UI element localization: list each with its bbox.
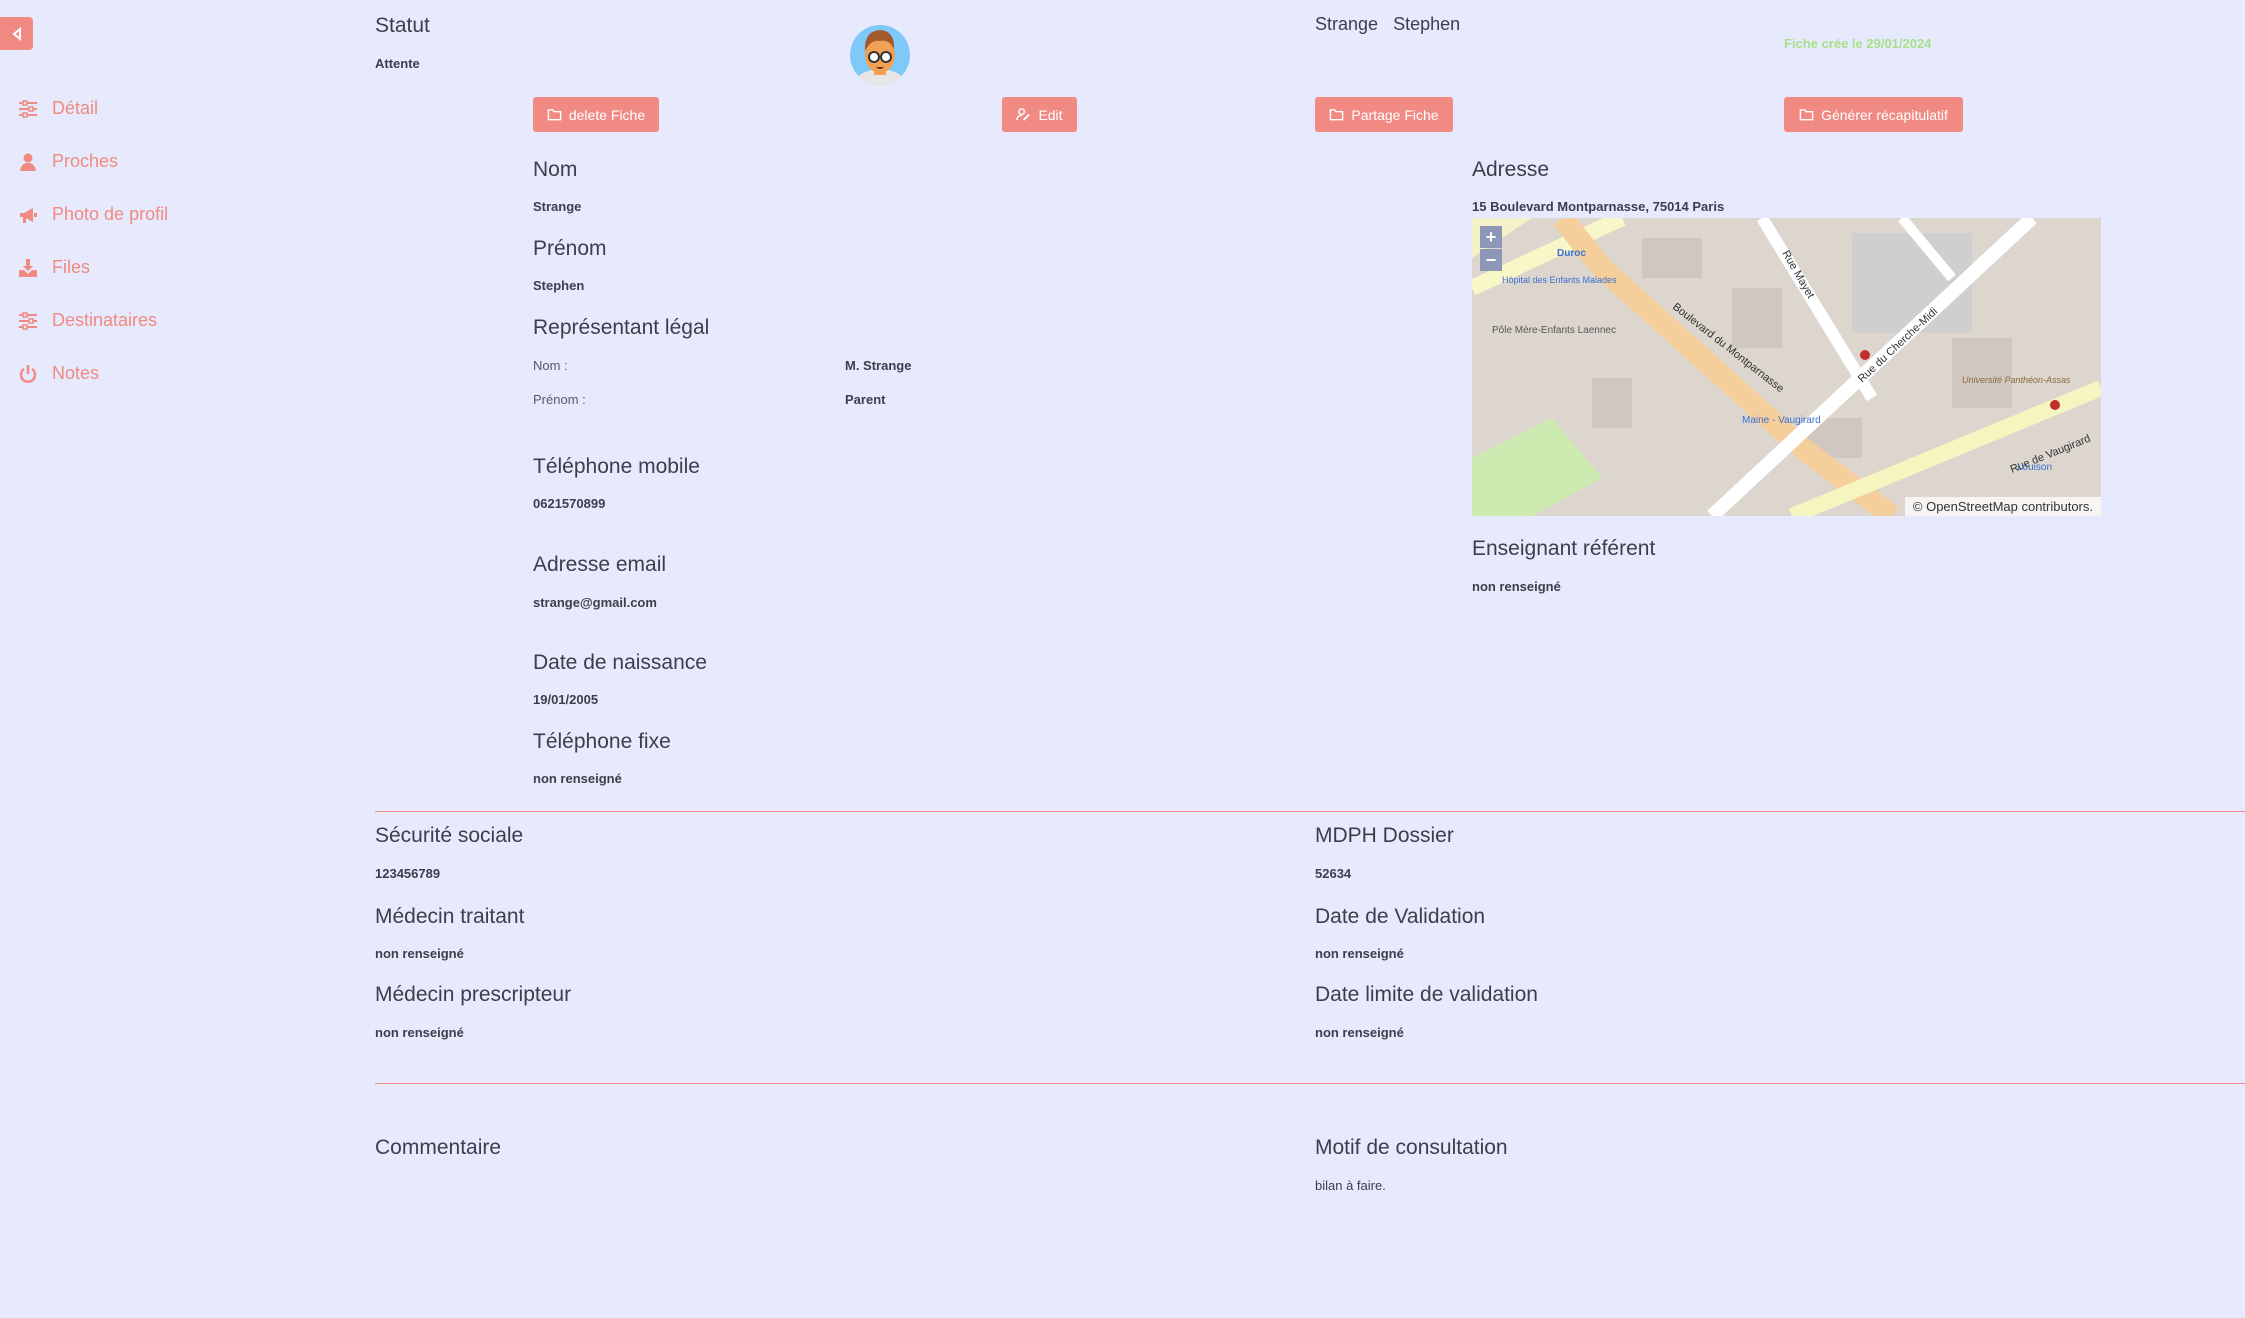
map-label: Duroc — [1557, 248, 1586, 259]
limite-value: non renseigné — [1315, 1025, 1404, 1040]
sidebar-item-files[interactable]: Files — [18, 257, 90, 278]
address-map[interactable]: Boulevard du Montparnasse Rue du Cherche… — [1472, 218, 2101, 516]
mdph-value: 52634 — [1315, 866, 1352, 881]
avatar — [849, 21, 911, 85]
caret-left-icon — [11, 26, 21, 41]
download-icon — [19, 258, 37, 277]
megaphone-icon — [20, 207, 37, 223]
button-label: delete Fiche — [568, 106, 646, 123]
validation-title: Date de Validation — [1315, 905, 1486, 928]
sliders-icon — [19, 99, 37, 118]
email-value: strange@gmail.com — [533, 595, 657, 610]
divider — [375, 811, 2245, 812]
address-title: Adresse — [1472, 158, 1550, 181]
user-icon — [20, 153, 36, 171]
secu-title: Sécurité sociale — [375, 824, 524, 847]
fixe-value: non renseigné — [533, 771, 622, 786]
prenom-value: Stephen — [533, 278, 585, 293]
sidebar-item-label: Destinataires — [52, 310, 158, 330]
map-tiles: Boulevard du Montparnasse Rue du Cherche… — [1472, 218, 2101, 516]
generate-summary-button[interactable]: Générer récapitulatif — [1784, 97, 1963, 132]
nom-value: Strange — [533, 199, 582, 214]
patient-last-name: Strange — [1315, 14, 1379, 34]
sliders-icon — [19, 311, 37, 330]
map-label: Maine - Vaugirard — [1742, 415, 1821, 426]
delete-fiche-button[interactable]: delete Fiche — [533, 97, 659, 132]
email-title: Adresse email — [533, 553, 667, 576]
created-date: Fiche crée le 29/01/2024 — [1784, 36, 1932, 51]
folder-icon — [1330, 109, 1344, 121]
limite-title: Date limite de validation — [1315, 983, 1538, 1006]
mdph-title: MDPH Dossier — [1315, 824, 1454, 847]
teacher-title: Enseignant référent — [1472, 537, 1656, 560]
statut-value: Attente — [375, 56, 420, 71]
sidebar-item-photo[interactable]: Photo de profil — [18, 204, 168, 225]
birth-title: Date de naissance — [533, 651, 707, 674]
sidebar-item-label: Détail — [52, 98, 99, 118]
motif-title: Motif de consultation — [1315, 1136, 1508, 1159]
map-attribution[interactable]: © OpenStreetMap contributors. — [1904, 497, 2101, 516]
folder-icon — [1799, 109, 1814, 121]
validation-value: non renseigné — [1315, 946, 1404, 961]
folder-icon — [547, 109, 562, 121]
secu-value: 123456789 — [375, 866, 441, 881]
representant-title: Représentant légal — [533, 316, 710, 339]
fixe-title: Téléphone fixe — [533, 730, 671, 753]
patient-first-name: Stephen — [1393, 14, 1461, 34]
map-label: Hôpital des Enfants Malades — [1502, 275, 1617, 285]
sidebar-item-proches[interactable]: Proches — [18, 151, 118, 172]
sidebar-item-label: Notes — [52, 363, 100, 383]
sidebar-item-destinataires[interactable]: Destinataires — [18, 310, 157, 331]
rep-nom-value: M. Strange — [845, 358, 912, 373]
map-label: Pôle Mère-Enfants Laennec — [1492, 325, 1616, 336]
nom-title: Nom — [533, 158, 578, 181]
power-icon — [19, 364, 37, 383]
mobile-value: 0621570899 — [533, 496, 606, 511]
map-zoom-out-button[interactable]: − — [1480, 249, 1502, 271]
user-edit-icon — [1016, 108, 1031, 121]
prenom-title: Prénom — [533, 237, 607, 260]
birth-value: 19/01/2005 — [533, 692, 599, 707]
map-label: Université Panthéon-Assas — [1962, 375, 2071, 385]
sidebar-item-notes[interactable]: Notes — [18, 363, 99, 384]
prescripteur-title: Médecin prescripteur — [375, 983, 572, 1006]
share-fiche-button[interactable]: Partage Fiche — [1315, 97, 1453, 132]
button-label: Générer récapitulatif — [1821, 106, 1948, 123]
sidebar-toggle-button[interactable] — [0, 17, 33, 50]
sidebar-item-label: Files — [52, 257, 91, 277]
motif-value: bilan à faire. — [1315, 1178, 1386, 1193]
rep-prenom-label: Prénom : — [533, 392, 586, 407]
comment-title: Commentaire — [375, 1136, 502, 1159]
teacher-value: non renseigné — [1472, 579, 1561, 594]
button-label: Edit — [1038, 106, 1063, 123]
map-zoom-in-button[interactable]: + — [1480, 226, 1502, 248]
address-value: 15 Boulevard Montparnasse, 75014 Paris — [1472, 199, 1725, 214]
rep-prenom-value: Parent — [845, 392, 886, 407]
medecin-title: Médecin traitant — [375, 905, 525, 928]
edit-button[interactable]: Edit — [1002, 97, 1077, 132]
sidebar-item-label: Photo de profil — [52, 204, 169, 224]
sidebar-item-label: Proches — [52, 151, 119, 171]
sidebar-item-detail[interactable]: Détail — [18, 98, 98, 119]
patient-name: Strange Stephen — [1315, 14, 1460, 35]
divider — [375, 1083, 2245, 1084]
statut-title: Statut — [375, 14, 430, 37]
medecin-value: non renseigné — [375, 946, 464, 961]
map-label: Louison — [2017, 462, 2052, 473]
prescripteur-value: non renseigné — [375, 1025, 464, 1040]
mobile-title: Téléphone mobile — [533, 455, 700, 478]
rep-nom-label: Nom : — [533, 358, 568, 373]
button-label: Partage Fiche — [1351, 106, 1439, 123]
